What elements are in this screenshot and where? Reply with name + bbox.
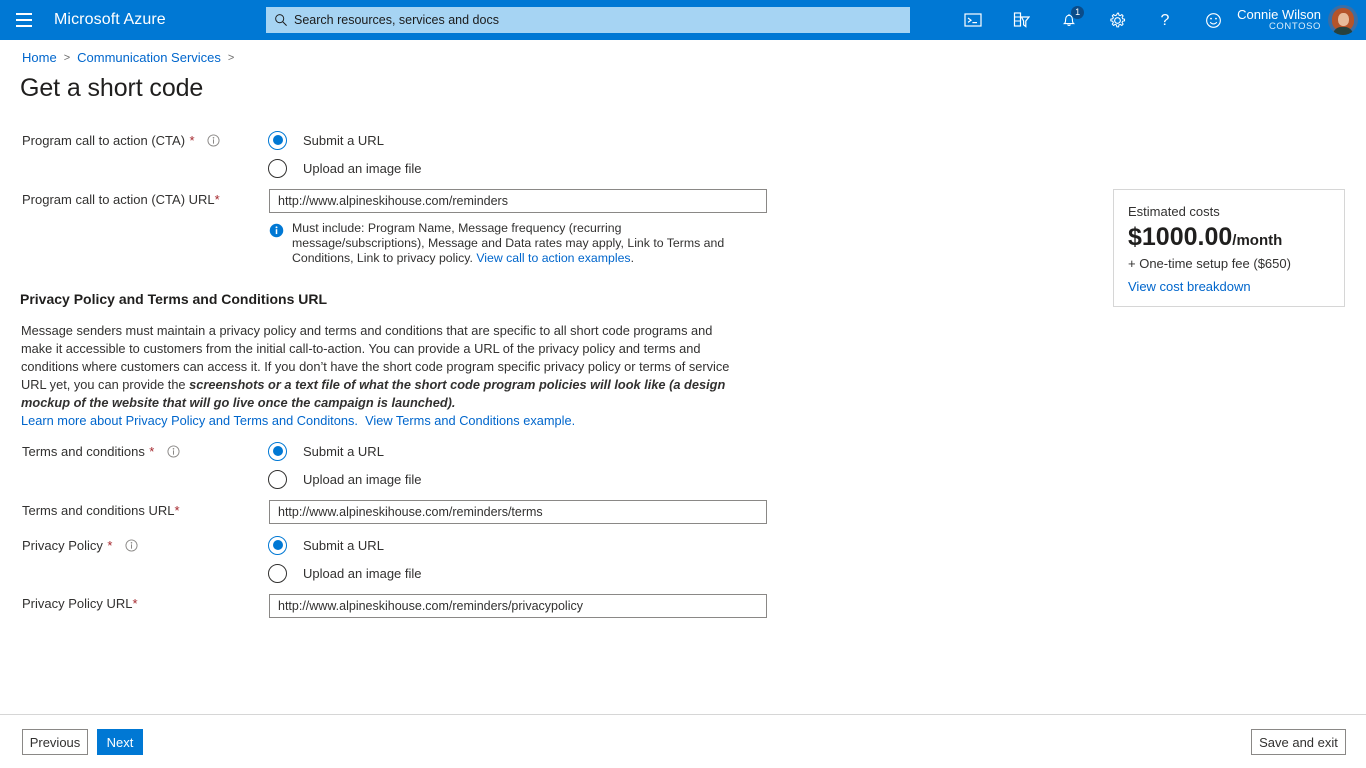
cloud-shell-icon[interactable] [949,0,997,40]
info-circle-icon[interactable] [167,445,180,463]
estimated-costs-card: Estimated costs $1000.00/month + One-tim… [1113,189,1345,307]
terms-url-label: Terms and conditions URL [22,503,174,518]
view-cta-examples-link[interactable]: View call to action examples [476,251,630,265]
azure-brand-title[interactable]: Microsoft Azure [54,11,166,29]
terms-required-mark: * [149,444,154,459]
view-cost-breakdown-link[interactable]: View cost breakdown [1128,279,1330,294]
terms-option-submit-url[interactable]: Submit a URL [268,437,422,465]
cta-label-block: Program call to action (CTA) * [22,132,220,152]
hamburger-menu-icon[interactable] [0,0,48,40]
search-icon [274,13,288,27]
breadcrumb-item-communication-services[interactable]: Communication Services [77,50,221,65]
terms-label-block: Terms and conditions * [22,443,180,463]
notifications-bell-icon[interactable]: 1 [1045,0,1093,40]
cta-required-mark: * [189,133,194,148]
terms-radio-group: Submit a URL Upload an image file [268,437,422,493]
feedback-smiley-icon[interactable] [1189,0,1237,40]
cta-url-input-wrap [269,189,767,213]
estimated-costs-title: Estimated costs [1128,204,1330,219]
radio-privacy-submit-url[interactable] [268,536,287,555]
cta-option-label[interactable]: Submit a URL [303,133,384,148]
privacy-option-submit-url[interactable]: Submit a URL [268,531,422,559]
cost-amount-value: $1000.00 [1128,223,1232,251]
radio-terms-submit-url[interactable] [268,442,287,461]
view-terms-example-link[interactable]: View Terms and Conditions example. [365,413,575,428]
radio-privacy-upload-image[interactable] [268,564,287,583]
radio-cta-upload-image[interactable] [268,159,287,178]
footer-divider [0,714,1366,715]
privacy-url-label: Privacy Policy URL [22,596,133,611]
cta-option-label[interactable]: Upload an image file [303,161,422,176]
svg-text:?: ? [1161,12,1170,29]
info-filled-icon [269,223,284,266]
privacy-option-upload-image[interactable]: Upload an image file [268,559,422,587]
cta-option-submit-url[interactable]: Submit a URL [268,126,422,154]
cta-url-input[interactable] [269,189,767,213]
estimated-costs-amount: $1000.00/month [1128,225,1330,250]
breadcrumb-separator: > [228,52,234,64]
footer-left-actions: Previous Next [22,729,143,755]
privacy-label-block: Privacy Policy * [22,537,138,557]
privacy-required-mark: * [107,538,112,553]
cta-option-upload-image[interactable]: Upload an image file [268,154,422,182]
account-org: CONTOSO [1237,22,1321,32]
info-circle-icon[interactable] [125,539,138,557]
privacy-section-heading: Privacy Policy and Terms and Conditions … [20,291,327,307]
privacy-url-input[interactable] [269,594,767,618]
breadcrumb: Home > Communication Services > [22,50,234,65]
cta-radio-group: Submit a URL Upload an image file [268,126,422,182]
settings-gear-icon[interactable] [1093,0,1141,40]
global-search-box[interactable] [266,7,910,33]
previous-button[interactable]: Previous [22,729,88,755]
terms-url-input-wrap [269,500,767,524]
radio-cta-submit-url[interactable] [268,131,287,150]
privacy-url-label-block: Privacy Policy URL* [22,595,138,613]
cta-url-label-block: Program call to action (CTA) URL* [22,191,220,209]
cta-url-label: Program call to action (CTA) URL [22,192,215,207]
terms-option-upload-image[interactable]: Upload an image file [268,465,422,493]
breadcrumb-separator: > [64,52,70,64]
notification-count-badge: 1 [1071,6,1084,19]
azure-top-header: Microsoft Azure [0,0,1366,40]
avatar[interactable] [1328,5,1358,35]
privacy-label: Privacy Policy [22,538,103,553]
account-menu[interactable]: Connie Wilson CONTOSO [1237,0,1366,40]
privacy-section-links: Learn more about Privacy Policy and Term… [21,413,575,428]
privacy-section-paragraph: Message senders must maintain a privacy … [21,322,741,412]
terms-url-label-block: Terms and conditions URL* [22,502,180,520]
next-button[interactable]: Next [97,729,143,755]
account-name: Connie Wilson [1237,8,1321,22]
directories-filter-icon[interactable] [997,0,1045,40]
cta-url-required-mark: * [215,192,220,207]
footer-right-actions: Save and exit [1251,729,1346,755]
header-icon-group: 1 ? Connie Wilson CONTOSO [949,0,1366,40]
cost-amount-period: /month [1232,232,1282,249]
search-input[interactable] [294,13,902,27]
breadcrumb-item-home[interactable]: Home [22,50,57,65]
terms-option-label[interactable]: Upload an image file [303,472,422,487]
cta-hint-tail: . [631,251,634,265]
privacy-url-input-wrap [269,594,767,618]
info-circle-icon[interactable] [207,134,220,152]
page-title: Get a short code [20,74,203,103]
privacy-radio-group: Submit a URL Upload an image file [268,531,422,587]
privacy-url-required-mark: * [133,596,138,611]
terms-option-label[interactable]: Submit a URL [303,444,384,459]
account-text: Connie Wilson CONTOSO [1237,8,1321,32]
privacy-option-label[interactable]: Submit a URL [303,538,384,553]
terms-label: Terms and conditions [22,444,145,459]
one-time-setup-fee: + One-time setup fee ($650) [1128,256,1330,271]
cta-hint: Must include: Program Name, Message freq… [269,221,744,266]
terms-url-required-mark: * [174,503,179,518]
learn-more-privacy-link[interactable]: Learn more about Privacy Policy and Term… [21,413,358,428]
cta-hint-text: Must include: Program Name, Message freq… [292,221,744,266]
cta-label: Program call to action (CTA) [22,133,185,148]
terms-url-input[interactable] [269,500,767,524]
help-question-icon[interactable]: ? [1141,0,1189,40]
save-and-exit-button[interactable]: Save and exit [1251,729,1346,755]
radio-terms-upload-image[interactable] [268,470,287,489]
privacy-option-label[interactable]: Upload an image file [303,566,422,581]
